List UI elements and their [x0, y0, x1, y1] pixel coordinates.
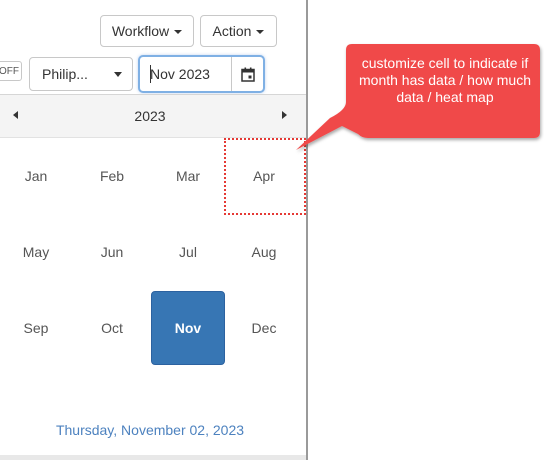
callout-text: customize cell to indicate if month has …: [359, 55, 531, 105]
text-cursor: [150, 65, 151, 83]
app-pane: Workflow Action OFF Philip... Nov 2023 2…: [0, 0, 306, 460]
today-link[interactable]: Thursday, November 02, 2023: [0, 422, 300, 438]
page: Workflow Action OFF Philip... Nov 2023 2…: [0, 0, 544, 460]
month-picker-field[interactable]: [138, 55, 265, 93]
month-cell-jan[interactable]: Jan: [0, 139, 73, 213]
horizontal-scrollbar[interactable]: [0, 455, 306, 460]
chevron-right-icon[interactable]: [282, 111, 287, 119]
workflow-button[interactable]: Workflow: [100, 15, 194, 47]
action-button-label: Action: [212, 23, 252, 39]
workflow-button-label: Workflow: [111, 23, 170, 39]
month-cell-jun[interactable]: Jun: [75, 215, 149, 289]
month-cell-mar[interactable]: Mar: [151, 139, 225, 213]
calendar-header: 2023: [0, 95, 306, 138]
month-cell-sep[interactable]: Sep: [0, 291, 73, 365]
entity-select[interactable]: Philip...: [29, 57, 133, 91]
action-button[interactable]: Action: [200, 15, 277, 47]
calendar-icon: [240, 67, 255, 82]
month-input[interactable]: [142, 59, 232, 89]
chevron-down-icon: [114, 72, 122, 77]
month-cell-aug[interactable]: Aug: [227, 215, 301, 289]
off-toggle[interactable]: OFF: [0, 61, 22, 81]
calendar-year-title[interactable]: 2023: [0, 108, 300, 124]
month-cell-feb[interactable]: Feb: [75, 139, 149, 213]
caret-down-icon: [174, 29, 183, 34]
month-cell-jul[interactable]: Jul: [151, 215, 225, 289]
caret-down-icon: [256, 29, 265, 34]
month-cell-nov-selected[interactable]: Nov: [151, 291, 225, 365]
entity-select-value: Philip...: [42, 66, 88, 82]
month-cell-oct[interactable]: Oct: [75, 291, 149, 365]
month-cell-may[interactable]: May: [0, 215, 73, 289]
calendar-button[interactable]: [231, 57, 263, 91]
month-cell-dec[interactable]: Dec: [227, 291, 301, 365]
